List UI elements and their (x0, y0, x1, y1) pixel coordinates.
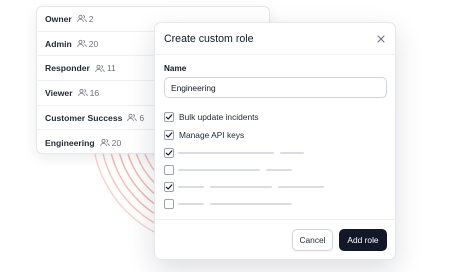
permission-checkbox[interactable] (164, 165, 174, 175)
role-name: Owner (45, 13, 72, 24)
add-role-button[interactable]: Add role (339, 229, 387, 251)
role-name: Engineering (45, 137, 95, 148)
placeholder-line (280, 152, 304, 154)
role-name: Admin (45, 38, 72, 49)
check-icon (165, 184, 173, 190)
role-name: Customer Success (45, 112, 123, 123)
users-icon (95, 64, 105, 72)
check-icon (165, 150, 173, 156)
users-icon (127, 113, 138, 122)
users-icon (77, 39, 87, 48)
permission-placeholder-row[interactable] (164, 181, 324, 193)
check-icon (165, 114, 173, 120)
role-name: Responder (45, 63, 90, 74)
permission-manage-api-keys[interactable]: Manage API keys (164, 129, 244, 141)
placeholder-line (178, 203, 204, 205)
placeholder-line (210, 186, 272, 188)
check-icon (165, 132, 173, 138)
permission-checkbox[interactable] (164, 148, 174, 158)
permission-placeholder-row[interactable] (164, 147, 304, 159)
cancel-button[interactable]: Cancel (292, 229, 333, 251)
permission-label: Manage API keys (179, 130, 245, 140)
placeholder-line (178, 186, 204, 188)
permission-checkbox[interactable] (164, 199, 174, 209)
role-member-count: 20 (88, 38, 99, 49)
permission-checkbox[interactable] (164, 112, 174, 122)
placeholder-line (266, 169, 292, 171)
create-role-modal: Create custom role Name Bulk update inci… (154, 22, 396, 260)
permission-label: Bulk update incidents (179, 112, 259, 122)
permission-placeholder-row[interactable] (164, 198, 292, 210)
permission-checkbox[interactable] (164, 182, 174, 192)
role-member-count: 20 (111, 137, 122, 148)
role-name-input[interactable] (164, 77, 387, 98)
modal-title: Create custom role (164, 32, 254, 45)
users-icon (77, 89, 88, 97)
role-member-count: 2 (88, 13, 94, 24)
role-member-count: 16 (89, 87, 100, 98)
role-member-count: 11 (106, 63, 116, 74)
permission-bulk-update-incidents[interactable]: Bulk update incidents (164, 111, 259, 123)
permission-checkbox[interactable] (164, 130, 174, 140)
role-member-count: 6 (139, 112, 145, 123)
users-icon (77, 15, 87, 23)
placeholder-line (178, 152, 274, 154)
role-name: Viewer (45, 87, 73, 98)
placeholder-line (210, 203, 292, 205)
close-icon[interactable] (376, 34, 386, 44)
placeholder-line (178, 169, 260, 171)
modal-header: Create custom role (155, 23, 395, 55)
modal-footer: Cancel Add role (155, 219, 395, 259)
name-field-label: Name (164, 64, 187, 73)
permission-placeholder-row[interactable] (164, 164, 292, 176)
placeholder-line (278, 186, 324, 188)
users-icon (99, 139, 110, 147)
